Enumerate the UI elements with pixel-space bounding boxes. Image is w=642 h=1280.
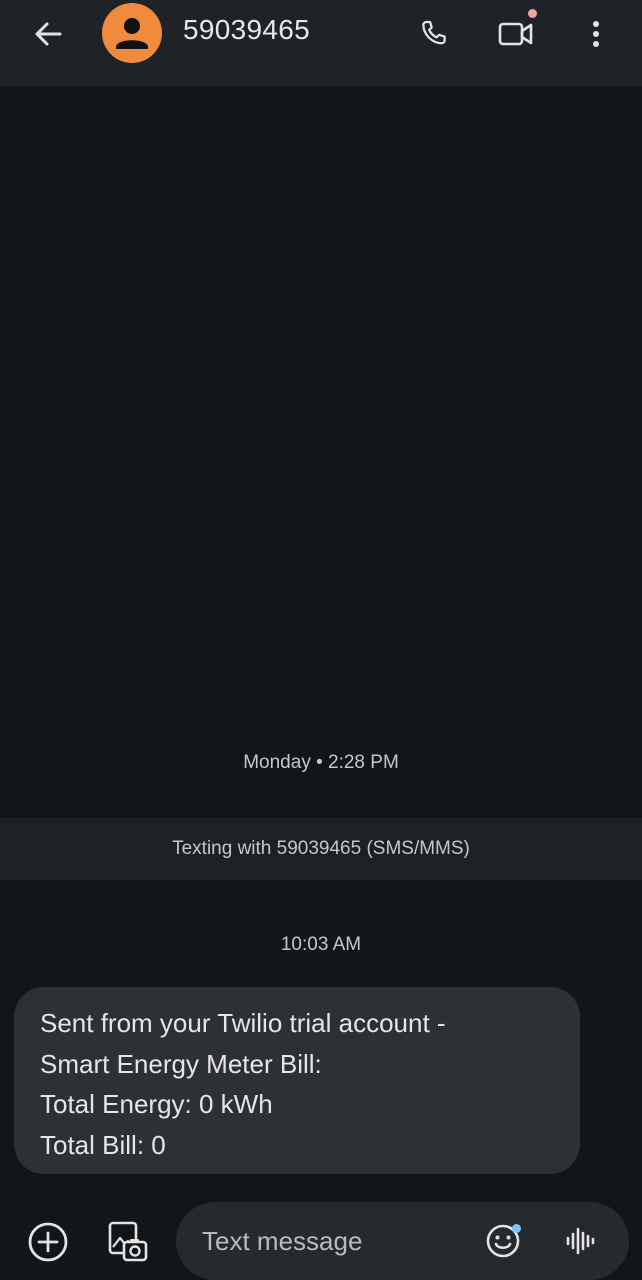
message-line: Total Energy: 0 kWh	[40, 1089, 273, 1119]
date-separator: Monday • 2:28 PM	[243, 752, 399, 773]
arrow-back-icon	[35, 22, 62, 46]
back-button[interactable]	[24, 12, 72, 56]
message-line: Sent from your Twilio trial account -	[40, 1008, 446, 1038]
voice-call-button[interactable]	[412, 12, 456, 56]
emoji-badge-dot	[512, 1224, 521, 1233]
messages-app: 59039465 Monday • 2:28 PM Texting with 5…	[0, 0, 642, 1280]
phone-icon	[422, 20, 446, 45]
notification-dot	[528, 9, 537, 18]
person-icon	[116, 18, 148, 49]
gallery-button[interactable]	[104, 1218, 152, 1266]
emoji-button[interactable]	[483, 1221, 523, 1261]
gallery-camera-icon	[108, 1221, 148, 1262]
contact-name[interactable]: 59039465	[183, 14, 310, 46]
avatar[interactable]	[102, 3, 162, 63]
more-vert-icon	[593, 21, 599, 47]
texting-info-text: Texting with 59039465 (SMS/MMS)	[172, 838, 470, 859]
video-call-icon	[498, 22, 533, 46]
video-call-button[interactable]	[493, 9, 539, 56]
add-circle-icon	[28, 1222, 68, 1262]
message-line: Total Bill: 0	[40, 1129, 166, 1160]
incoming-message-bubble[interactable]: Sent from your Twilio trial account - Sm…	[14, 987, 580, 1174]
message-timestamp: 10:03 AM	[280, 934, 362, 955]
texting-info-banner: Texting with 59039465 (SMS/MMS)	[0, 818, 642, 880]
compose-bar	[176, 1202, 629, 1280]
more-options-button[interactable]	[576, 12, 616, 56]
voice-message-button[interactable]	[561, 1221, 601, 1261]
top-app-bar: 59039465	[0, 0, 642, 86]
voice-waveform-icon	[566, 1227, 595, 1255]
add-attachment-button[interactable]	[24, 1218, 72, 1266]
message-line: Smart Energy Meter Bill:	[40, 1048, 322, 1079]
text-message-input[interactable]	[202, 1218, 472, 1264]
